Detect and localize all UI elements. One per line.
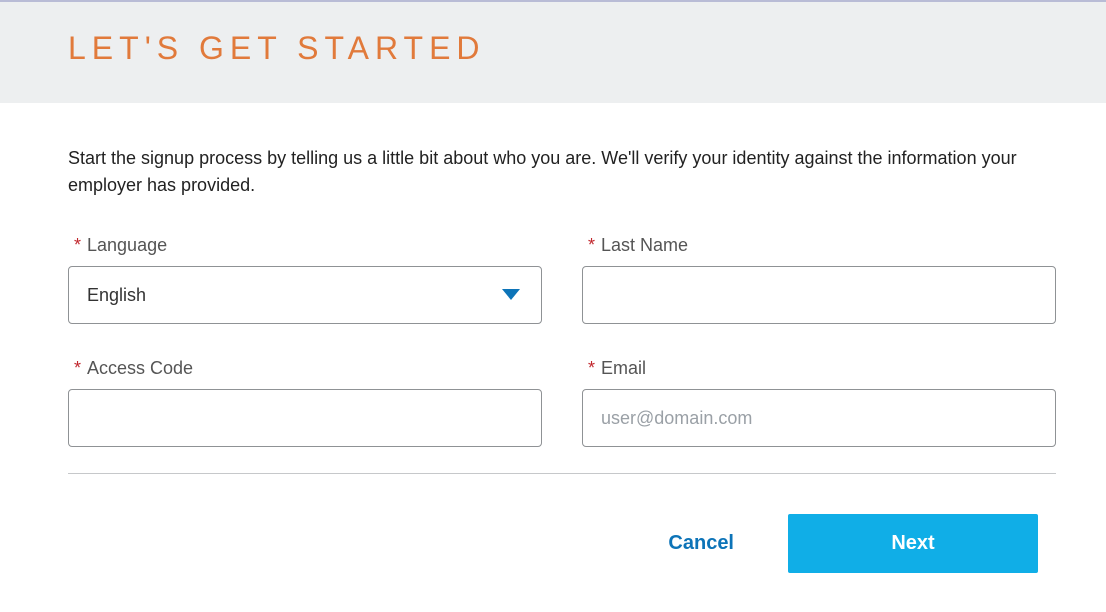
intro-text: Start the signup process by telling us a… (68, 145, 1056, 199)
required-marker: * (588, 235, 595, 255)
form-grid: * Language English * Last Name * Access Cod… (68, 235, 1056, 447)
email-label-text: Email (601, 358, 646, 378)
next-button[interactable]: Next (788, 514, 1038, 573)
language-select-wrap: English (68, 266, 542, 324)
access-code-input[interactable] (68, 389, 542, 447)
cancel-button[interactable]: Cancel (668, 532, 734, 555)
language-field: * Language English (68, 235, 542, 324)
required-marker: * (588, 358, 595, 378)
email-input[interactable] (582, 389, 1056, 447)
divider (68, 473, 1056, 474)
page-title: LET'S GET STARTED (68, 30, 1038, 67)
access-code-label-text: Access Code (87, 358, 193, 378)
page-header: LET'S GET STARTED (0, 0, 1106, 103)
email-field: * Email (582, 358, 1056, 447)
language-label-text: Language (87, 235, 167, 255)
required-marker: * (74, 235, 81, 255)
email-label: * Email (588, 358, 1056, 379)
last-name-field: * Last Name (582, 235, 1056, 324)
last-name-label: * Last Name (588, 235, 1056, 256)
required-marker: * (74, 358, 81, 378)
actions-row: Cancel Next (68, 514, 1056, 573)
language-select[interactable]: English (68, 266, 542, 324)
last-name-label-text: Last Name (601, 235, 688, 255)
language-label: * Language (74, 235, 542, 256)
access-code-field: * Access Code (68, 358, 542, 447)
language-value: English (87, 285, 146, 306)
form-content: Start the signup process by telling us a… (0, 103, 1106, 573)
last-name-input[interactable] (582, 266, 1056, 324)
access-code-label: * Access Code (74, 358, 542, 379)
